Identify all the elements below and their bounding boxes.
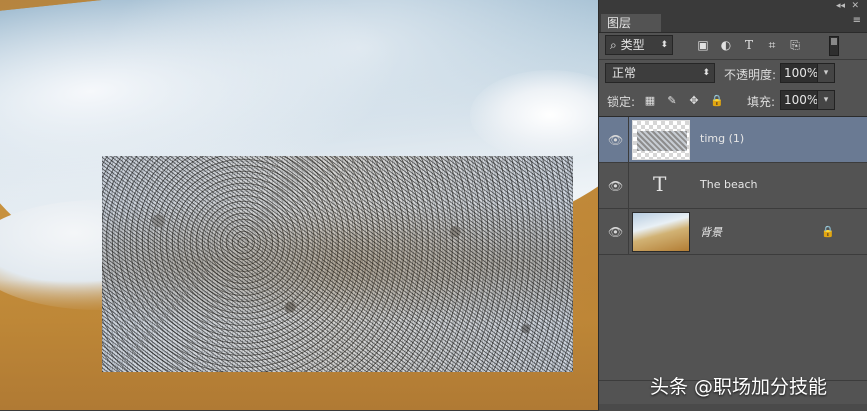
filter-kind-label: 类型: [620, 38, 645, 52]
tab-layers[interactable]: 图层: [601, 14, 661, 32]
visibility-toggle[interactable]: 👁: [599, 209, 629, 254]
eye-icon: 👁: [608, 133, 624, 147]
collapse-panel-icon[interactable]: ◂◂: [836, 0, 845, 12]
opacity-stepper-icon[interactable]: ▾: [817, 63, 835, 83]
panel-title-bar: ◂◂ ✕: [599, 0, 867, 12]
type-filter-icon[interactable]: T: [742, 38, 756, 52]
lock-position-icon[interactable]: ✥: [688, 95, 700, 107]
layer-row-text[interactable]: 👁 T The beach: [599, 163, 867, 209]
chevron-down-icon: ⬍: [702, 68, 710, 78]
layer-row-timg[interactable]: 👁 timg (1): [599, 117, 867, 163]
close-panel-icon[interactable]: ✕: [851, 0, 859, 12]
lock-label: 锁定:: [607, 95, 636, 109]
eye-icon: 👁: [608, 225, 624, 239]
layer-name: The beach: [700, 178, 758, 191]
pasted-texture-noise: [102, 156, 573, 372]
image-filter-icon[interactable]: ▣: [696, 38, 710, 52]
shape-filter-icon[interactable]: ⌗: [765, 38, 779, 52]
layer-name: timg (1): [700, 132, 745, 145]
lock-image-pixels-icon[interactable]: ✎: [666, 95, 678, 107]
blend-mode-select[interactable]: 正常 ⬍: [605, 63, 715, 83]
adjustment-filter-icon[interactable]: ◐: [719, 38, 733, 52]
fill-label: 填充:: [747, 95, 776, 109]
panel-tab-bar: 图层 ≡: [599, 12, 867, 33]
blend-mode-value: 正常: [612, 66, 637, 80]
thumbnail-content: [637, 131, 687, 151]
blend-row: 正常 ⬍ 不透明度: 100% ▾: [599, 62, 867, 86]
opacity-label: 不透明度:: [724, 68, 777, 82]
pasted-texture-layer[interactable]: [102, 156, 573, 372]
layers-panel: ◂◂ ✕ 图层 ≡ ⌕ 类型 ⬍ ▣ ◐ T ⌗ ⎘ 正常 ⬍ 不透明度: 10…: [598, 0, 867, 411]
lock-row: 锁定: ▦ ✎ ✥ 🔒 填充: 100% ▾: [599, 89, 867, 113]
lock-icon: 🔒: [821, 225, 835, 238]
panel-menu-icon[interactable]: ≡: [853, 15, 861, 26]
watermark-text: 头条 @职场加分技能: [650, 376, 828, 398]
visibility-toggle[interactable]: 👁: [599, 117, 629, 162]
layer-filter-row: ⌕ 类型 ⬍ ▣ ◐ T ⌗ ⎘: [599, 33, 867, 59]
eye-icon: 👁: [608, 179, 624, 193]
layer-name: 背景: [700, 226, 722, 239]
filter-toggle-switch[interactable]: [829, 36, 839, 56]
lock-transparent-pixels-icon[interactable]: ▦: [644, 95, 656, 107]
search-icon: ⌕: [610, 38, 617, 52]
fill-stepper-icon[interactable]: ▾: [817, 90, 835, 110]
fill-input[interactable]: 100%: [780, 90, 818, 110]
filter-kind-select[interactable]: ⌕ 类型 ⬍: [605, 35, 673, 55]
lock-all-icon[interactable]: 🔒: [710, 95, 724, 107]
layer-row-background[interactable]: 👁 背景 🔒: [599, 209, 867, 255]
divider: [599, 59, 867, 60]
smart-object-filter-icon[interactable]: ⎘: [788, 38, 802, 52]
opacity-input[interactable]: 100%: [780, 63, 818, 83]
document-canvas[interactable]: [0, 0, 598, 410]
chevron-down-icon: ⬍: [660, 40, 668, 50]
text-layer-icon: T: [653, 172, 667, 196]
visibility-toggle[interactable]: 👁: [599, 163, 629, 208]
layer-thumbnail: [632, 120, 690, 160]
layer-thumbnail: [632, 212, 690, 252]
